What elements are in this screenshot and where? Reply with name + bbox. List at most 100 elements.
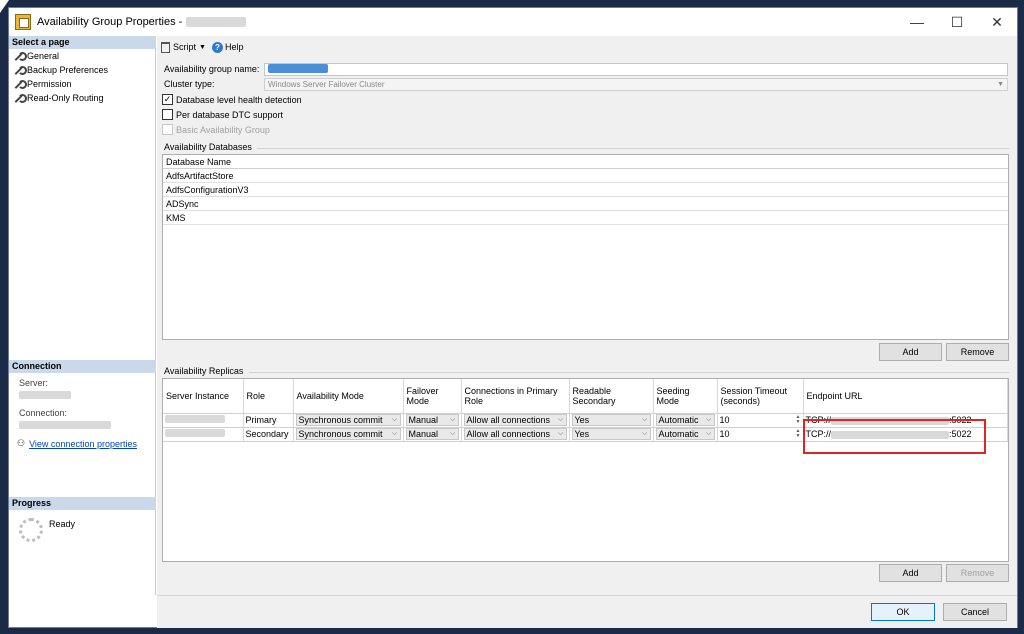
server-instance-cell bbox=[163, 413, 244, 428]
seeding-mode-cell[interactable]: Automatic ⌵ bbox=[653, 427, 718, 442]
table-row[interactable]: AdfsArtifactStore bbox=[163, 169, 1008, 183]
wrench-icon bbox=[13, 51, 27, 62]
table-row[interactable]: ADSync bbox=[163, 197, 1008, 211]
redacted-server-instance bbox=[165, 415, 225, 423]
seeding-mode-value: Automatic bbox=[658, 429, 699, 439]
right-pane: Script ▼ ? Help Availability group name:… bbox=[157, 36, 1017, 595]
chevron-down-icon: ⌵ bbox=[391, 430, 398, 437]
table-row[interactable]: KMS bbox=[163, 211, 1008, 225]
failover-mode-cell[interactable]: Manual ⌵ bbox=[403, 413, 462, 428]
connection-header: Connection bbox=[9, 360, 156, 373]
availability-databases-label: Availability Databases bbox=[164, 142, 252, 152]
chevron-down-icon: ⌵ bbox=[557, 416, 564, 423]
session-timeout-cell[interactable]: 10 ▲ ▼ bbox=[717, 413, 804, 428]
page-item-backup-preferences[interactable]: Backup Preferences bbox=[13, 64, 108, 77]
availability-mode-select[interactable]: Synchronous commit ⌵ bbox=[295, 414, 401, 426]
readable-secondary-select[interactable]: Yes ⌵ bbox=[571, 428, 651, 440]
seeding-mode-value: Automatic bbox=[658, 415, 699, 425]
column-header-availability-mode[interactable]: Availability Mode bbox=[293, 379, 404, 414]
page-item-read-only-routing[interactable]: Read-Only Routing bbox=[13, 92, 104, 105]
readable-secondary-value: Yes bbox=[574, 429, 590, 439]
ok-button[interactable]: OK bbox=[871, 603, 935, 621]
help-icon: ? bbox=[211, 41, 223, 53]
column-header-session-timeout[interactable]: Session Timeout (seconds) bbox=[717, 379, 804, 414]
minimize-icon[interactable]: — bbox=[897, 8, 937, 36]
column-header-connections-primary[interactable]: Connections in Primary Role bbox=[461, 379, 570, 414]
failover-mode-select[interactable]: Manual ⌵ bbox=[405, 428, 459, 440]
session-timeout-stepper[interactable]: 10 ▲ ▼ bbox=[720, 414, 801, 426]
redacted-server-instance bbox=[165, 429, 225, 437]
spin-arrows-icon[interactable]: ▲ ▼ bbox=[796, 429, 801, 439]
chevron-down-icon: ⌵ bbox=[449, 416, 456, 423]
seeding-mode-select[interactable]: Automatic ⌵ bbox=[655, 414, 715, 426]
readable-secondary-value: Yes bbox=[574, 415, 590, 425]
session-timeout-value: 10 bbox=[719, 415, 730, 425]
readable-secondary-select[interactable]: Yes ⌵ bbox=[571, 414, 651, 426]
page-item-label: Backup Preferences bbox=[27, 65, 109, 75]
table-row[interactable]: AdfsConfigurationV3 bbox=[163, 183, 1008, 197]
script-button[interactable]: Script ▼ bbox=[161, 41, 206, 53]
add-database-button[interactable]: Add bbox=[879, 343, 942, 361]
checkbox-unchecked-icon bbox=[162, 124, 173, 135]
add-replica-button[interactable]: Add bbox=[879, 564, 942, 582]
title-bar: Availability Group Properties - — ☐ ✕ bbox=[9, 8, 1017, 36]
chevron-down-icon: ⌵ bbox=[557, 430, 564, 437]
connections-primary-cell[interactable]: Allow all connections ⌵ bbox=[461, 413, 570, 428]
availability-mode-cell[interactable]: Synchronous commit ⌵ bbox=[293, 413, 404, 428]
cluster-type-label: Cluster type: bbox=[164, 79, 215, 89]
wrench-icon bbox=[13, 93, 27, 104]
cluster-type-select[interactable]: Windows Server Failover Cluster ▼ bbox=[264, 78, 1008, 91]
seeding-mode-select[interactable]: Automatic ⌵ bbox=[655, 428, 715, 440]
remove-database-button[interactable]: Remove bbox=[946, 343, 1009, 361]
maximize-icon[interactable]: ☐ bbox=[937, 8, 977, 36]
session-timeout-stepper[interactable]: 10 ▲ ▼ bbox=[720, 428, 801, 440]
failover-mode-cell[interactable]: Manual ⌵ bbox=[403, 427, 462, 442]
availability-mode-select[interactable]: Synchronous commit ⌵ bbox=[295, 428, 401, 440]
cluster-type-value: Windows Server Failover Cluster bbox=[268, 80, 385, 89]
column-header-seeding-mode[interactable]: Seeding Mode bbox=[653, 379, 718, 414]
view-connection-properties-row: ⚇ View connection properties bbox=[17, 438, 137, 449]
checkbox-unchecked-icon bbox=[162, 109, 173, 120]
connections-primary-select[interactable]: Allow all connections ⌵ bbox=[463, 428, 567, 440]
chevron-down-icon: ⌵ bbox=[705, 416, 712, 423]
session-timeout-value: 10 bbox=[719, 429, 730, 439]
help-label: Help bbox=[224, 42, 244, 52]
basic-ag-checkbox: Basic Availability Group bbox=[162, 124, 270, 135]
column-header-readable-secondary[interactable]: Readable Secondary bbox=[569, 379, 654, 414]
session-timeout-cell[interactable]: 10 ▲ ▼ bbox=[717, 427, 804, 442]
cancel-button[interactable]: Cancel bbox=[943, 603, 1007, 621]
spin-arrows-icon[interactable]: ▲ ▼ bbox=[796, 415, 801, 425]
connections-primary-select[interactable]: Allow all connections ⌵ bbox=[463, 414, 567, 426]
column-header-endpoint-url[interactable]: Endpoint URL bbox=[803, 379, 1008, 414]
progress-header: Progress bbox=[9, 497, 156, 510]
ag-name-label: Availability group name: bbox=[164, 64, 260, 74]
availability-mode-cell[interactable]: Synchronous commit ⌵ bbox=[293, 427, 404, 442]
readable-secondary-cell[interactable]: Yes ⌵ bbox=[569, 413, 654, 428]
page-item-permission[interactable]: Permission bbox=[13, 78, 72, 91]
databases-grid: Database Name AdfsArtifactStore AdfsConf… bbox=[162, 154, 1009, 340]
toolbar: Script ▼ ? Help bbox=[161, 39, 249, 55]
availability-group-properties-dialog: Availability Group Properties - — ☐ ✕ Se… bbox=[8, 7, 1018, 628]
database-name-column-header[interactable]: Database Name bbox=[163, 155, 1008, 169]
server-instance-cell bbox=[163, 427, 244, 442]
db-health-label: Database level health detection bbox=[176, 94, 302, 105]
wrench-icon bbox=[13, 79, 27, 90]
failover-mode-select[interactable]: Manual ⌵ bbox=[405, 414, 459, 426]
connections-primary-cell[interactable]: Allow all connections ⌵ bbox=[461, 427, 570, 442]
redacted-connection bbox=[19, 421, 111, 429]
column-header-role[interactable]: Role bbox=[243, 379, 294, 414]
ag-name-field[interactable] bbox=[264, 63, 1008, 76]
page-item-general[interactable]: General bbox=[13, 50, 59, 63]
dtc-checkbox[interactable]: Per database DTC support bbox=[162, 109, 283, 120]
view-connection-properties-link[interactable]: View connection properties bbox=[29, 439, 137, 449]
db-health-checkbox[interactable]: ✓ Database level health detection bbox=[162, 94, 302, 105]
close-icon[interactable]: ✕ bbox=[977, 8, 1017, 36]
role-cell: Secondary bbox=[243, 427, 294, 442]
chevron-down-icon: ⌵ bbox=[449, 430, 456, 437]
readable-secondary-cell[interactable]: Yes ⌵ bbox=[569, 427, 654, 442]
column-header-failover-mode[interactable]: Failover Mode bbox=[403, 379, 462, 414]
column-header-server-instance[interactable]: Server Instance bbox=[163, 379, 244, 414]
seeding-mode-cell[interactable]: Automatic ⌵ bbox=[653, 413, 718, 428]
availability-mode-value: Synchronous commit bbox=[298, 429, 383, 439]
help-button[interactable]: ? Help bbox=[211, 41, 244, 53]
